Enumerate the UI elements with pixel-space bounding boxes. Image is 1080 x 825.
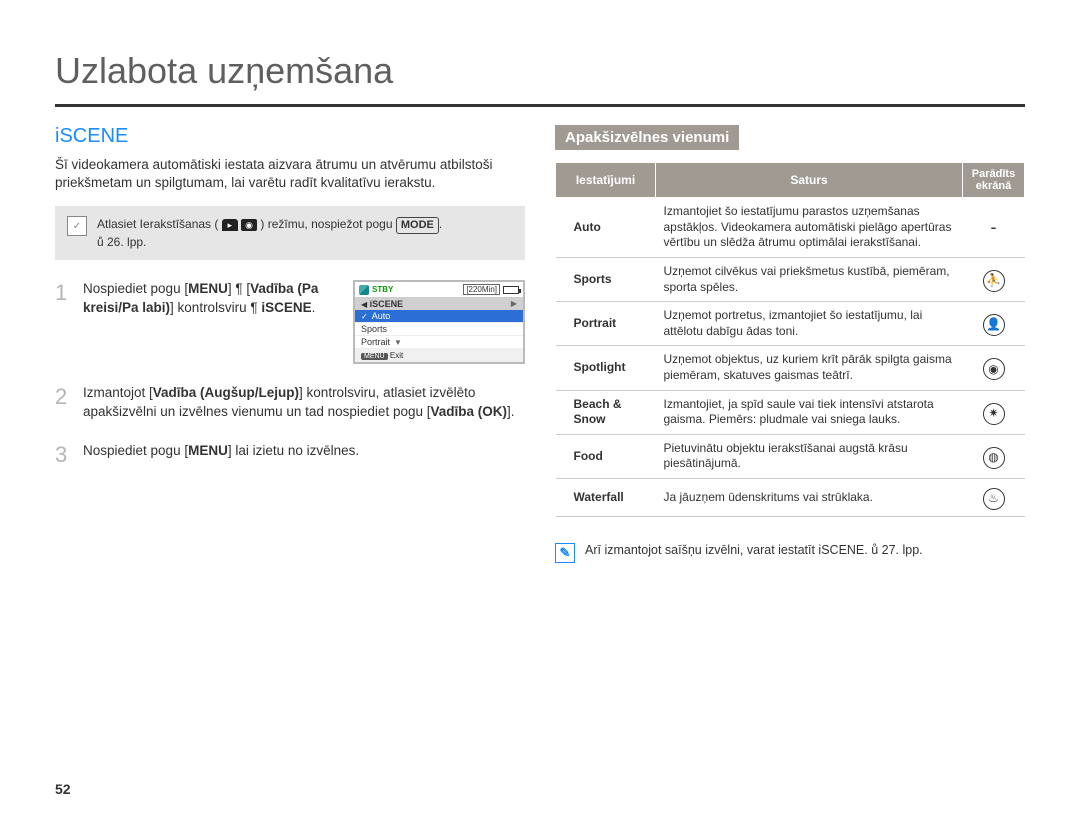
step-number: 2 [55,384,69,422]
intro-text: Šī videokamera automātiski iestata aizva… [55,156,525,192]
setting-name: Portrait [556,302,656,346]
lcd-item-sports: Sports [355,323,523,336]
setting-name: Auto [556,198,656,258]
setting-desc: Izmantojiet šo iestatījumu parastos uzņe… [656,198,963,258]
setting-name: Beach & Snow [556,390,656,434]
video-mode-icon: ▸ [222,219,238,231]
table-row: AutoIzmantojiet šo iestatījumu parastos … [556,198,1025,258]
tip-row: ✎ Arī izmantojot saīšņu izvēlni, varat i… [555,543,1025,563]
setting-name: Sports [556,257,656,301]
setting-desc: Izmantojiet, ja spīd saule vai tiek inte… [656,390,963,434]
setting-desc: Uzņemot objektus, uz kuriem krīt pārāk s… [656,346,963,390]
step-1: 1 Nospiediet pogu [MENU] ¶ [Vadība (Pa k… [55,280,525,364]
setting-name: Food [556,434,656,478]
setting-display-icon: ◍ [963,434,1025,478]
beach-snow-icon: ✷ [983,403,1005,425]
table-row: SportsUzņemot cilvēkus vai priekšmetus k… [556,257,1025,301]
sd-card-icon [359,285,369,295]
lcd-item-portrait: Portrait▼ [355,336,523,349]
stby-label: STBY [372,285,393,294]
table-row: WaterfallJa jāuzņem ūdenskritums vai str… [556,478,1025,516]
food-icon: ◍ [983,447,1005,469]
notice-ref: ů 26. lpp. [97,235,146,249]
lcd-exit-row: MENU Exit [355,349,523,362]
setting-name: Waterfall [556,478,656,516]
sports-icon: ⛹ [983,270,1005,292]
mode-button-label: MODE [396,217,439,234]
lcd-item-auto: Auto [355,310,523,323]
notice-post: ) režīmu, nospiežot pogu [260,217,392,231]
notice-pre: Atlasiet Ierakstīšanas ( [97,217,218,231]
setting-display-icon: ♨ [963,478,1025,516]
setting-display-icon: ⛹ [963,257,1025,301]
table-row: Beach & SnowIzmantojiet, ja spīd saule v… [556,390,1025,434]
lcd-menu-title: iSCENE [370,299,404,309]
submenu-heading: Apakšizvēlnes vienumi [555,125,739,150]
th-settings: Iestatījumi [556,163,656,198]
th-display: Parādīts ekrānā [963,163,1025,198]
waterfall-icon: ♨ [983,488,1005,510]
settings-table: Iestatījumi Saturs Parādīts ekrānā AutoI… [555,162,1025,517]
step-text: Nospiediet pogu [MENU] lai izietu no izv… [83,442,525,468]
lcd-mock: STBY [220Min] ◀ iSCENE ▶ Auto Sports Por… [353,280,525,364]
pencil-note-icon: ✎ [555,543,575,563]
table-row: FoodPietuvinātu objektu ierakstīšanai au… [556,434,1025,478]
step-number: 1 [55,280,69,364]
setting-desc: Ja jāuzņem ūdenskritums vai strūklaka. [656,478,963,516]
setting-display-icon: ✷ [963,390,1025,434]
step-text: Nospiediet pogu [MENU] ¶ [Vadība (Pa kre… [83,280,329,364]
setting-desc: Uzņemot cilvēkus vai priekšmetus kustībā… [656,257,963,301]
setting-display-icon: - [963,198,1025,258]
rec-time: [220Min] [463,284,500,295]
portrait-icon: 👤 [983,314,1005,336]
table-row: PortraitUzņemot portretus, izmantojiet š… [556,302,1025,346]
setting-display-icon: ◉ [963,346,1025,390]
page-title: Uzlabota uzņemšana [55,50,1025,92]
setting-name: Spotlight [556,346,656,390]
notice-block: ✓ Atlasiet Ierakstīšanas ( ▸ ◉ ) režīmu,… [55,206,525,260]
battery-icon [503,286,519,294]
step-2: 2 Izmantojot [Vadība (Augšup/Lejup)] kon… [55,384,525,422]
setting-display-icon: 👤 [963,302,1025,346]
tip-text: Arī izmantojot saīšņu izvēlni, varat ies… [585,543,923,557]
title-rule [55,104,1025,107]
setting-desc: Uzņemot portretus, izmantojiet šo iestat… [656,302,963,346]
section-heading: iSCENE [55,125,525,148]
setting-desc: Pietuvinātu objektu ierakstīšanai augstā… [656,434,963,478]
th-content: Saturs [656,163,963,198]
table-row: SpotlightUzņemot objektus, uz kuriem krī… [556,346,1025,390]
photo-mode-icon: ◉ [241,219,257,231]
spotlight-icon: ◉ [983,358,1005,380]
step-number: 3 [55,442,69,468]
step-3: 3 Nospiediet pogu [MENU] lai izietu no i… [55,442,525,468]
notice-period: . [439,217,442,231]
page-number: 52 [55,781,71,797]
checkmark-icon: ✓ [67,216,87,236]
step-text: Izmantojot [Vadība (Augšup/Lejup)] kontr… [83,384,525,422]
